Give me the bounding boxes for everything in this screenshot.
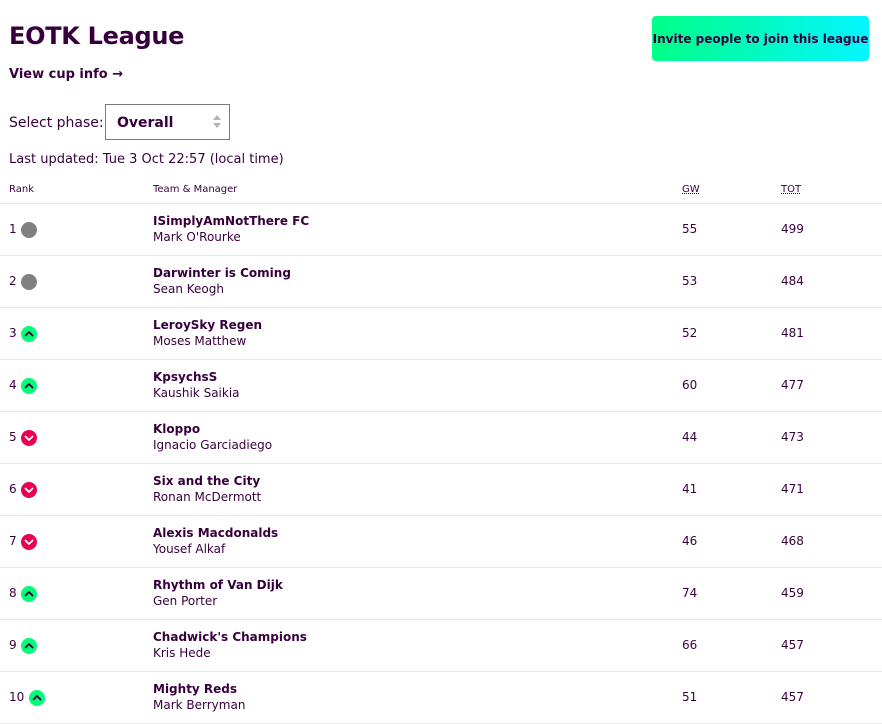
total-points: 499 xyxy=(781,222,804,236)
rank-number: 5 xyxy=(9,430,17,444)
invite-people-button[interactable]: Invite people to join this league xyxy=(652,16,869,61)
phase-selected-value: Overall xyxy=(117,115,174,131)
rank-up-icon xyxy=(29,690,45,706)
manager-name: Mark Berryman xyxy=(153,698,246,712)
no-change-icon xyxy=(21,274,37,290)
gameweek-points: 51 xyxy=(682,690,698,704)
total-points: 481 xyxy=(781,326,804,340)
team-name-link[interactable]: Kloppo xyxy=(153,422,200,436)
rank-number: 3 xyxy=(9,326,17,340)
team-name-link[interactable]: Six and the City xyxy=(153,474,260,488)
page-title: EOTK League xyxy=(9,22,185,50)
team-name-link[interactable]: LeroySky Regen xyxy=(153,318,262,332)
rank-number: 8 xyxy=(9,586,17,600)
rank-up-icon xyxy=(21,326,37,342)
rank-number: 2 xyxy=(9,274,17,288)
manager-name: Gen Porter xyxy=(153,594,218,608)
standings-table: 1 ISimplyAmNotThere FC Mark O'Rourke 55 499 2… xyxy=(0,204,882,724)
table-row: 9 Chadwick's Champions Kris Hede 66 457 xyxy=(0,620,882,672)
table-row: 7 Alexis Macdonalds Yousef Alkaf 46 468 xyxy=(0,516,882,568)
total-points: 468 xyxy=(781,534,804,548)
gameweek-points: 53 xyxy=(682,274,698,288)
rank-down-icon xyxy=(21,534,37,550)
rank-down-icon xyxy=(21,482,37,498)
manager-name: Ronan McDermott xyxy=(153,490,262,504)
manager-name: Yousef Alkaf xyxy=(153,542,226,556)
table-row: 3 LeroySky Regen Moses Matthew 52 481 xyxy=(0,308,882,360)
table-row: 10 Mighty Reds Mark Berryman 51 457 xyxy=(0,672,882,724)
no-change-icon xyxy=(21,222,37,238)
total-points: 484 xyxy=(781,274,804,288)
table-row: 4 KpsychsS Kaushik Saikia 60 477 xyxy=(0,360,882,412)
team-name-link[interactable]: ISimplyAmNotThere FC xyxy=(153,214,309,228)
rank-number: 10 xyxy=(9,690,25,704)
total-points: 459 xyxy=(781,586,804,600)
rank-up-icon xyxy=(21,586,37,602)
rank-number: 9 xyxy=(9,638,17,652)
gameweek-points: 55 xyxy=(682,222,698,236)
table-row: 8 Rhythm of Van Dijk Gen Porter 74 459 xyxy=(0,568,882,620)
select-arrows-icon xyxy=(213,114,221,130)
table-row: 1 ISimplyAmNotThere FC Mark O'Rourke 55 499 xyxy=(0,204,882,256)
gameweek-points: 74 xyxy=(682,586,698,600)
gameweek-points: 60 xyxy=(682,378,698,392)
team-name-link[interactable]: Chadwick's Champions xyxy=(153,630,307,644)
table-row: 5 Kloppo Ignacio Garciadiego 44 473 xyxy=(0,412,882,464)
manager-name: Kris Hede xyxy=(153,646,211,660)
manager-name: Ignacio Garciadiego xyxy=(153,438,273,452)
header-tot: TOT xyxy=(781,184,802,195)
table-row: 6 Six and the City Ronan McDermott 41 471 xyxy=(0,464,882,516)
rank-up-icon xyxy=(21,638,37,654)
total-points: 473 xyxy=(781,430,804,444)
manager-name: Mark O'Rourke xyxy=(153,230,241,244)
team-name-link[interactable]: Alexis Macdonalds xyxy=(153,526,278,540)
rank-down-icon xyxy=(21,430,37,446)
gameweek-points: 66 xyxy=(682,638,698,652)
rank-number: 6 xyxy=(9,482,17,496)
total-points: 477 xyxy=(781,378,804,392)
phase-label: Select phase: xyxy=(9,115,104,131)
team-name-link[interactable]: Darwinter is Coming xyxy=(153,266,291,280)
header-team-manager: Team & Manager xyxy=(153,184,238,195)
phase-select[interactable]: Overall xyxy=(105,104,230,140)
header-gw: GW xyxy=(682,184,700,195)
gameweek-points: 52 xyxy=(682,326,698,340)
total-points: 457 xyxy=(781,690,804,704)
gameweek-points: 46 xyxy=(682,534,698,548)
last-updated-text: Last updated: Tue 3 Oct 22:57 (local tim… xyxy=(9,152,284,167)
rank-number: 1 xyxy=(9,222,17,236)
total-points: 457 xyxy=(781,638,804,652)
view-cup-info-link[interactable]: View cup info → xyxy=(9,67,123,82)
header-rank: Rank xyxy=(9,184,34,195)
team-name-link[interactable]: KpsychsS xyxy=(153,370,217,384)
rank-number: 7 xyxy=(9,534,17,548)
manager-name: Sean Keogh xyxy=(153,282,224,296)
table-row: 2 Darwinter is Coming Sean Keogh 53 484 xyxy=(0,256,882,308)
manager-name: Moses Matthew xyxy=(153,334,247,348)
manager-name: Kaushik Saikia xyxy=(153,386,240,400)
gameweek-points: 44 xyxy=(682,430,698,444)
rank-up-icon xyxy=(21,378,37,394)
rank-number: 4 xyxy=(9,378,17,392)
team-name-link[interactable]: Rhythm of Van Dijk xyxy=(153,578,283,592)
team-name-link[interactable]: Mighty Reds xyxy=(153,682,237,696)
gameweek-points: 41 xyxy=(682,482,698,496)
total-points: 471 xyxy=(781,482,804,496)
